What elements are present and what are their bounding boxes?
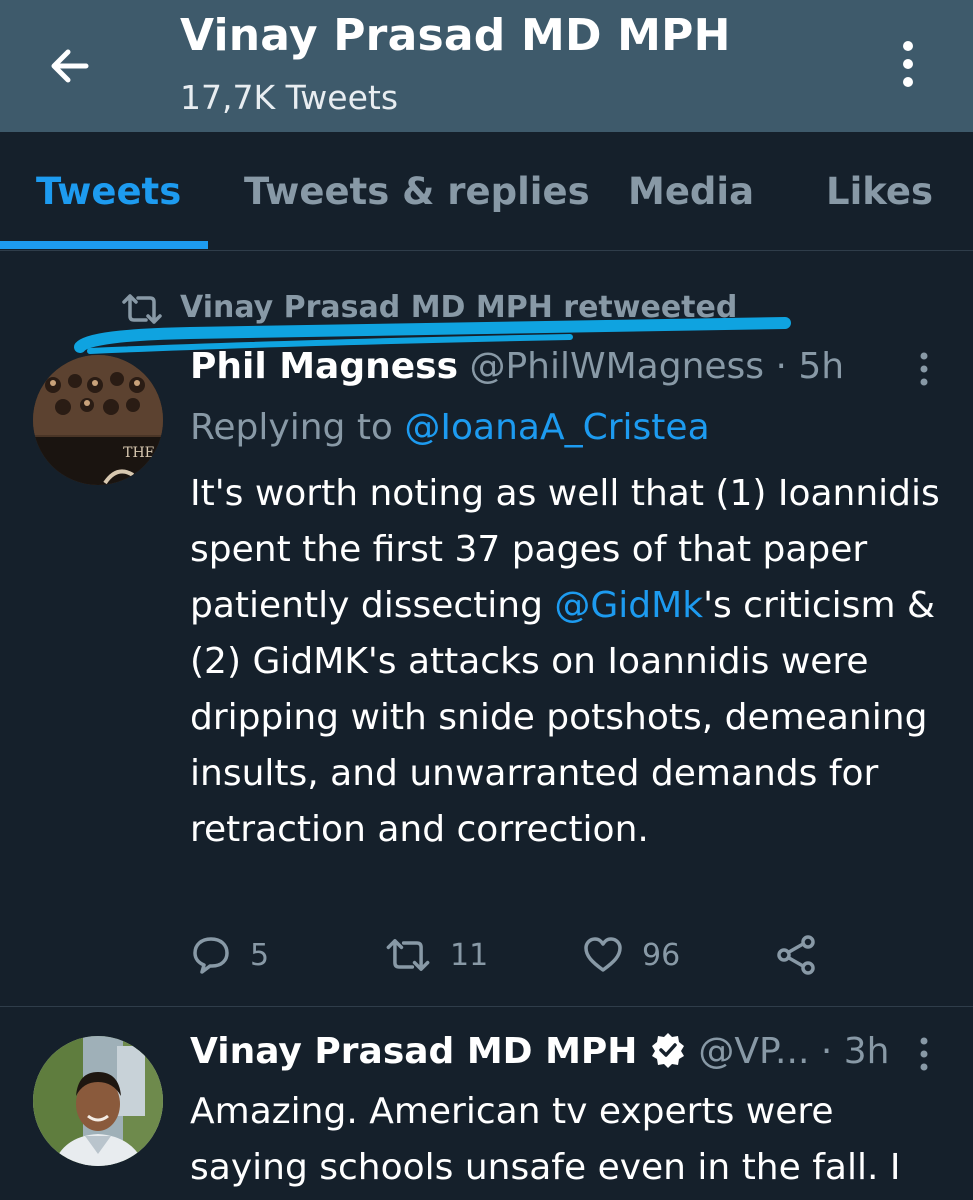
tweet-count: 17,7K Tweets (180, 78, 399, 117)
profile-header: Vinay Prasad MD MPH 17,7K Tweets (0, 0, 973, 132)
profile-name-title: Vinay Prasad MD MPH (180, 10, 731, 61)
tweet-header: Phil Magness @PhilWMagness · 5h (190, 346, 844, 387)
author-handle[interactable]: @PhilWMagness (469, 346, 764, 387)
back-button[interactable] (40, 36, 100, 96)
tweet-divider (0, 1006, 973, 1007)
tweet-time: · 3h (820, 1031, 890, 1072)
active-tab-indicator (0, 241, 208, 249)
mention-link[interactable]: @GidMk (554, 585, 703, 626)
vertical-dots-icon (920, 352, 928, 386)
retweet-icon (386, 939, 430, 971)
share-icon (777, 935, 815, 975)
avatar-image (33, 1036, 163, 1166)
author-handle[interactable]: @VP... (698, 1031, 809, 1072)
tweet-time: · 5h (775, 346, 845, 387)
verified-badge-icon (651, 1033, 684, 1068)
like-count: 96 (642, 937, 681, 973)
retweet-count: 11 (450, 937, 489, 973)
tweet-text: Amazing. American tv experts were saying… (190, 1091, 901, 1188)
like-button[interactable]: 96 (582, 930, 680, 980)
profile-tabs: Tweets Tweets & replies Media Likes (0, 132, 973, 251)
tweet-header: Vinay Prasad MD MPH @VP... · 3h (190, 1031, 889, 1072)
tweet-actions: 5 11 96 (190, 930, 830, 980)
overflow-menu-button[interactable] (890, 36, 930, 96)
tab-tweets[interactable]: Tweets (36, 170, 181, 213)
tab-media[interactable]: Media (628, 170, 754, 213)
avatar-text: THE (123, 445, 155, 461)
tweet-more-button[interactable] (916, 1035, 932, 1075)
author-name[interactable]: Vinay Prasad MD MPH (190, 1031, 637, 1072)
replying-to-prefix: Replying to (190, 407, 405, 448)
vertical-dots-icon (920, 1037, 928, 1071)
avatar-image: THE (33, 355, 163, 485)
tab-likes[interactable]: Likes (826, 170, 933, 213)
reply-button[interactable]: 5 (190, 930, 269, 980)
replying-to-handle[interactable]: @IoanaA_Cristea (404, 407, 709, 448)
heart-icon (584, 937, 622, 972)
arrow-left-icon (51, 49, 89, 83)
avatar[interactable]: THE (33, 355, 163, 485)
tab-tweets-and-replies[interactable]: Tweets & replies (244, 170, 590, 213)
replying-to: Replying to @IoanaA_Cristea (190, 407, 710, 448)
avatar[interactable] (33, 1036, 163, 1166)
reply-count: 5 (250, 937, 270, 973)
retweet-button[interactable]: 11 (384, 930, 488, 980)
vertical-dots-icon (903, 41, 913, 87)
tweet-more-button[interactable] (916, 350, 932, 390)
comment-icon (193, 937, 229, 974)
share-button[interactable] (774, 930, 818, 980)
author-name[interactable]: Phil Magness (190, 346, 458, 387)
tweet-text: It's worth noting as well that (1) Ioann… (190, 466, 950, 858)
